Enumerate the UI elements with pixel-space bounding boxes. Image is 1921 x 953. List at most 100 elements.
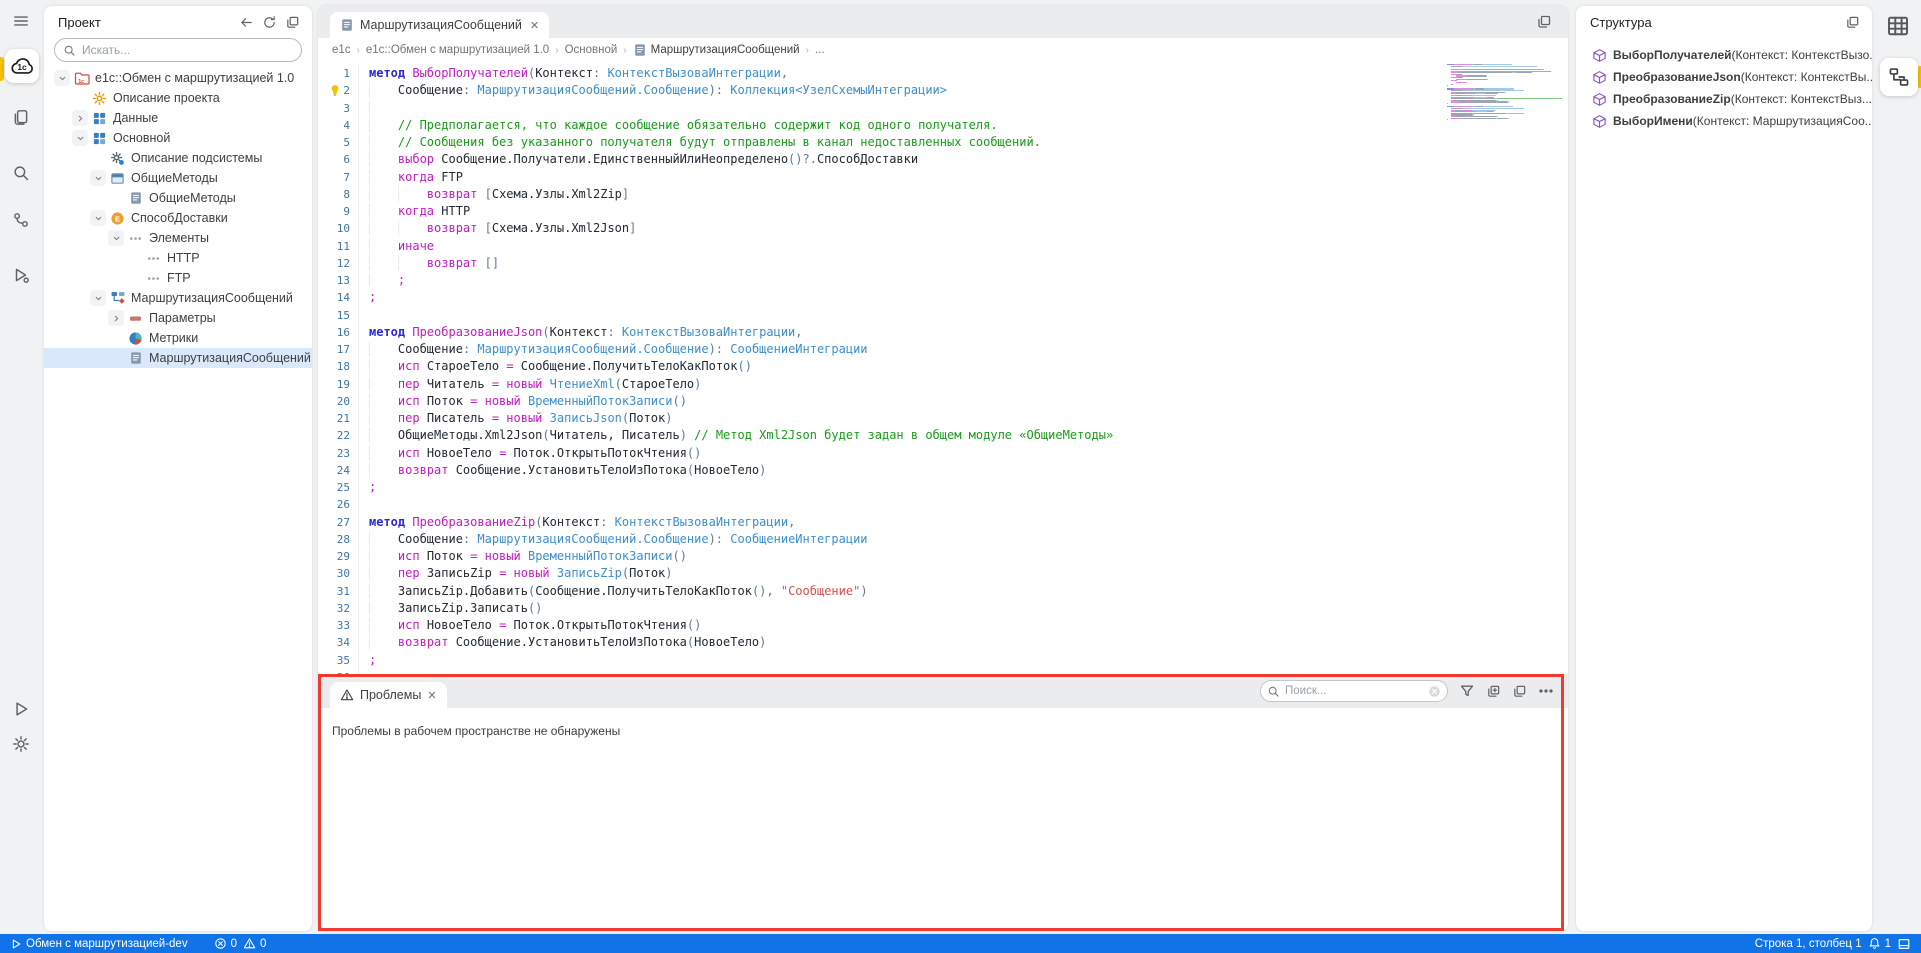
code-line[interactable]: ОбщиеМетоды.Xml2Json(Читатель, Писатель)… <box>358 427 1113 444</box>
code-line[interactable]: ; <box>358 652 376 669</box>
code-line[interactable]: исп НовоеТело = Поток.ОткрытьПотокЧтения… <box>358 445 701 462</box>
error-count[interactable]: 0 <box>214 937 237 950</box>
code-line[interactable]: возврат Сообщение.УстановитьТелоИзПотока… <box>358 634 766 651</box>
tree-item-элементы[interactable]: Элементы <box>44 228 312 248</box>
code-line[interactable]: метод ПреобразованиеJson(Контекст: Конте… <box>358 324 803 341</box>
code-line[interactable]: пер Писатель = новый ЗаписьJson(Поток) <box>358 410 672 427</box>
code-line[interactable]: возврат [Схема.Узлы.Xml2Json] <box>358 220 636 237</box>
back-arrow-icon[interactable] <box>239 15 254 30</box>
code-line[interactable]: выбор Сообщение.Получатели.ЕдинственныйИ… <box>358 151 918 168</box>
duplicate-icon[interactable] <box>1845 15 1860 30</box>
code-line[interactable]: Сообщение: МаршрутизацияСообщений.Сообще… <box>358 82 947 99</box>
code-line[interactable]: возврат [] <box>358 255 499 272</box>
chevron-down-icon[interactable] <box>108 230 124 246</box>
code-line[interactable] <box>358 100 398 117</box>
tree-item-данные[interactable]: Данные <box>44 108 312 128</box>
code-line[interactable]: Сообщение: МаршрутизацияСообщений.Сообще… <box>358 531 868 548</box>
chevron-right-icon[interactable] <box>108 310 124 326</box>
close-icon[interactable]: ✕ <box>530 19 539 32</box>
run-configuration[interactable]: Обмен с маршрутизацией-dev <box>10 938 188 950</box>
tree-item-http[interactable]: HTTP <box>44 248 312 268</box>
table-icon[interactable] <box>1886 14 1910 43</box>
run-debug-icon[interactable] <box>0 266 42 284</box>
search-icon[interactable] <box>0 164 42 182</box>
code-line[interactable]: исп Поток = новый ВременныйПотокЗаписи() <box>358 548 687 565</box>
code-line[interactable]: исп НовоеТело = Поток.ОткрытьПотокЧтения… <box>358 617 701 634</box>
tree-item-основной[interactable]: Основной <box>44 128 312 148</box>
chevron-down-icon[interactable] <box>72 130 88 146</box>
code-line[interactable]: метод ВыборПолучателей(Контекст: Контекс… <box>358 65 788 82</box>
code-line[interactable]: метод ПреобразованиеZip(Контекст: Контек… <box>358 514 795 531</box>
tree-item-параметры[interactable]: Параметры <box>44 308 312 328</box>
breadcrumb-item[interactable]: e1c <box>332 44 351 56</box>
tree-item-маршрутизациясообщений[interactable]: МаршрутизацияСообщений <box>44 348 312 368</box>
branch-icon[interactable] <box>0 211 42 229</box>
tree-item-описание-подсистемы[interactable]: Описание подсистемы <box>44 148 312 168</box>
tree-item-общиеметоды[interactable]: ОбщиеМетоды <box>44 188 312 208</box>
refresh-icon[interactable] <box>262 15 277 30</box>
duplicate-icon[interactable] <box>285 15 300 30</box>
run-icon[interactable] <box>0 700 42 718</box>
tree-item-общиеметоды[interactable]: ОбщиеМетоды <box>44 168 312 188</box>
minimap[interactable] <box>1447 64 1559 123</box>
code-line[interactable]: когда HTTP <box>358 203 470 220</box>
settings-gear-icon[interactable] <box>0 735 42 753</box>
close-icon[interactable]: ✕ <box>427 689 436 702</box>
code-line[interactable]: ЗаписьZip.Записать() <box>358 600 542 617</box>
filter-icon[interactable] <box>1459 683 1475 699</box>
chevron-down-icon[interactable] <box>90 170 106 186</box>
chevron-down-icon[interactable] <box>90 210 106 226</box>
problems-search-input[interactable] <box>1285 685 1423 697</box>
cursor-position[interactable]: Строка 1, столбец 1 <box>1755 938 1862 950</box>
chevron-down-icon[interactable] <box>90 290 106 306</box>
tree-item-описание-проекта[interactable]: Описание проекта <box>44 88 312 108</box>
structure-item-выборимени[interactable]: ВыборИмени (Контекст: МаршрутизацияСоо..… <box>1576 110 1872 132</box>
clear-icon[interactable] <box>1428 685 1441 698</box>
chevron-down-icon[interactable] <box>54 70 70 86</box>
code-line[interactable]: исп СтароеТело = Сообщение.ПолучитьТелоК… <box>358 358 752 375</box>
tree-item-ftp[interactable]: FTP <box>44 268 312 288</box>
notifications[interactable]: 1 <box>1868 937 1891 950</box>
breadcrumb-item[interactable]: Основной <box>565 44 618 56</box>
code-line[interactable]: возврат [Схема.Узлы.Xml2Zip] <box>358 186 629 203</box>
split-editor-icon[interactable] <box>1536 14 1552 30</box>
code-line[interactable]: // Сообщения без указанного получателя б… <box>358 134 1041 151</box>
code-line[interactable]: пер Читатель = новый ЧтениеXml(СтароеТел… <box>358 376 701 393</box>
breadcrumb-item[interactable]: МаршрутизацияСообщений <box>633 43 800 57</box>
code-line[interactable]: Сообщение: МаршрутизацияСообщений.Сообще… <box>358 341 868 358</box>
code-line[interactable]: иначе <box>358 238 434 255</box>
code-line[interactable]: ; <box>358 289 376 306</box>
code-line[interactable]: // Предполагается, что каждое сообщение … <box>358 117 998 134</box>
tree-item-маршрутизациясообщений[interactable]: МаршрутизацияСообщений <box>44 288 312 308</box>
project-search[interactable] <box>54 38 302 62</box>
code-line[interactable]: возврат Сообщение.УстановитьТелоИзПотока… <box>358 462 766 479</box>
problems-search[interactable] <box>1260 680 1448 702</box>
project-search-input[interactable] <box>82 43 293 57</box>
duplicate-icon[interactable] <box>1512 684 1527 699</box>
tab-marshrutizaciya-soobshchenij[interactable]: МаршрутизацияСообщений ✕ <box>330 12 549 38</box>
code-line[interactable]: ЗаписьZip.Добавить(Сообщение.ПолучитьТел… <box>358 583 868 600</box>
chevron-right-icon[interactable] <box>72 110 88 126</box>
code-line[interactable] <box>358 307 369 324</box>
panel-layout-toggle[interactable] <box>1897 937 1911 951</box>
open-new-icon[interactable] <box>1486 684 1501 699</box>
warning-count[interactable]: 0 <box>243 937 266 950</box>
more-icon[interactable] <box>1538 683 1554 699</box>
code-line[interactable]: ; <box>358 479 376 496</box>
pages-icon[interactable] <box>0 108 42 126</box>
code-line[interactable]: пер ЗаписьZip = новый ЗаписьZip(Поток) <box>358 565 673 582</box>
breadcrumb-item[interactable]: e1c::Обмен с маршрутизацией 1.0 <box>366 44 549 56</box>
code-line[interactable]: когда FTP <box>358 169 463 186</box>
code-line[interactable] <box>358 496 369 513</box>
structure-item-преобразованиеzip[interactable]: ПреобразованиеZip (Контекст: КонтекстВыз… <box>1576 88 1872 110</box>
structure-item-преобразованиеjson[interactable]: ПреобразованиеJson (Контекст: КонтекстВы… <box>1576 66 1872 88</box>
code-editor[interactable]: 1метод ВыборПолучателей(Контекст: Контек… <box>318 62 1568 674</box>
menu-icon[interactable] <box>0 12 42 30</box>
tree-item-e1c-обмен-с-маршрутизацией-1-0[interactable]: 1сe1c::Обмен с маршрутизацией 1.0 <box>44 68 312 88</box>
workspace-1c-icon[interactable]: 1с <box>5 49 39 83</box>
breadcrumb-item[interactable]: ... <box>815 44 825 56</box>
structure-item-выборполучателей[interactable]: ВыборПолучателей (Контекст: КонтекстВызо… <box>1576 44 1872 66</box>
tab-problems[interactable]: Проблемы ✕ <box>330 682 447 708</box>
code-line[interactable]: ; <box>358 272 405 289</box>
tree-item-метрики[interactable]: Метрики <box>44 328 312 348</box>
